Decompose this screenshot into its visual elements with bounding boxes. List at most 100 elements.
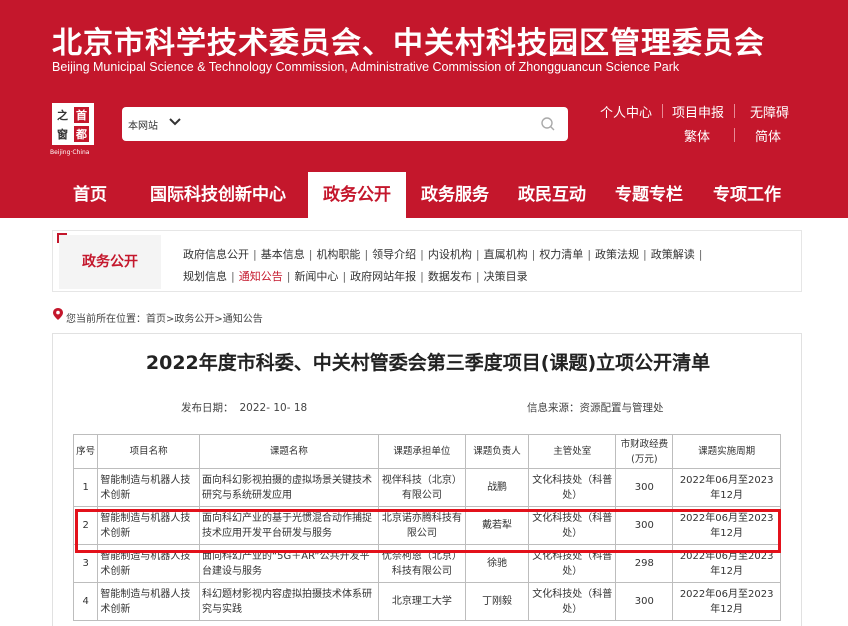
subnav-divider: | [475,270,480,283]
cell-index: 3 [72,544,99,583]
info-source-value: 资源配置与管理处 [579,402,664,414]
cell-topic: 面向科幻产业的“5G＋AR”公共开发平台建设与服务 [198,544,379,583]
breadcrumb: 您当前所在位置：首页>政务公开>通知公告 [66,314,263,325]
subnav-divider: | [253,248,257,261]
subnav-link[interactable]: 政策法规 [595,245,639,265]
search-input[interactable] [194,113,524,135]
col-header-project: 项目名称 [97,434,200,469]
publish-date-value: 2022- 10- 18 [239,402,308,414]
subnav-divider: | [364,248,369,261]
cell-department: 文化科技处（科普处） [528,468,617,507]
cell-funding: 300 [615,506,674,545]
subnav-divider: | [643,248,647,261]
subnav-panel: 政务公开 政府信息公开 | 基本信息 | 机构职能 | 领导介绍 | 内设机构 | 直属机构 | 权力清… [52,230,802,292]
subnav-link[interactable]: 政策解读 [651,245,695,265]
link-personal-center[interactable]: 个人中心 [600,102,652,121]
link-project-apply[interactable]: 项目申报 [672,102,724,121]
subnav-divider: | [342,270,347,283]
link-simplified[interactable]: 简体 [755,126,781,145]
subnav-divider: | [698,248,703,261]
subnav-link[interactable]: 规划信息 [183,267,227,287]
cell-project: 智能制造与机器人技术创新 [97,582,200,621]
subnav-divider: | [286,270,291,283]
location-pin-icon [53,308,63,320]
info-source: 信息来源：资源配置与管理处 [527,400,664,415]
cell-leader: 丁刚毅 [465,582,530,621]
table-row: 4 智能制造与机器人技术创新 科幻题材影视内容虚拟拍摄技术体系研究与实践 北京理工大学… [72,582,781,621]
subnav-link[interactable]: 内设机构 [428,245,472,265]
divider [662,104,663,118]
cell-index: 1 [72,468,99,507]
subnav-link[interactable]: 新闻中心 [294,267,338,287]
logo-char: 首 [74,107,89,123]
project-table: 序号 项目名称 课题名称 课题承担单位 课题负责人 主管处室 市财政经费(万元)… [72,434,781,621]
link-traditional[interactable]: 繁体 [684,126,710,145]
logo[interactable]: 之 首 窗 都 Beijing·China [50,103,94,156]
cell-funding: 298 [615,544,674,583]
cell-department: 文化科技处（科普处） [528,544,617,583]
subnav-link[interactable]: 机构职能 [316,245,360,265]
nav-gov-services[interactable]: 政务服务 [410,172,500,218]
cell-department: 文化科技处（科普处） [528,582,617,621]
nav-gov-affairs[interactable]: 政务公开 [308,172,406,218]
col-header-department: 主管处室 [528,434,617,469]
cell-department: 文化科技处（科普处） [528,506,617,545]
table-header-row: 序号 项目名称 课题名称 课题承担单位 课题负责人 主管处室 市财政经费(万元)… [72,434,781,469]
subnav-link[interactable]: 政府网站年报 [350,267,416,287]
chevron-down-icon[interactable] [168,115,182,129]
col-header-unit: 课题承担单位 [377,434,467,469]
site-title: 北京市科学技术委员会、中关村科技园区管理委员会 [52,26,765,61]
subnav-link[interactable]: 基本信息 [261,245,305,265]
cell-project: 智能制造与机器人技术创新 [97,468,200,507]
cell-project: 智能制造与机器人技术创新 [97,544,200,583]
subnav-link[interactable]: 直属机构 [484,245,528,265]
cell-period: 2022年06月至2023年12月 [672,582,781,621]
cell-unit: 北京诺亦腾科技有限公司 [377,506,467,545]
cell-unit: 视伴科技（北京）有限公司 [377,468,467,507]
search-bar: 本网站 [122,107,568,141]
cell-funding: 300 [615,582,674,621]
subnav-link[interactable]: 权力清单 [539,245,583,265]
cell-period: 2022年06月至2023年12月 [672,506,781,545]
divider [734,104,735,118]
nav-special-work[interactable]: 专项工作 [702,172,792,218]
subnav-link[interactable]: 数据发布 [428,267,472,287]
logo-char: 窗 [57,128,68,141]
corner-decoration [57,233,67,243]
table-row: 3 智能制造与机器人技术创新 面向科幻产业的“5G＋AR”公共开发平台建设与服务 优奈… [72,544,781,583]
nav-home[interactable]: 首页 [56,172,124,218]
search-icon[interactable] [540,116,556,132]
info-source-label: 信息来源： [527,402,580,414]
table-row: 2 智能制造与机器人技术创新 面向科幻产业的基于光惯混合动作捕捉技术应用开发平台研发… [72,506,781,545]
cell-period: 2022年06月至2023年12月 [672,468,781,507]
link-accessibility[interactable]: 无障碍 [750,102,789,121]
table-row: 1 智能制造与机器人技术创新 面向科幻影视拍摄的虚拟场景关键技术研究与系统研发应用视… [72,468,781,507]
cell-leader: 战鹏 [465,468,530,507]
top-links: 个人中心 项目申报 无障碍 繁体 简体 [590,102,848,145]
subnav-link[interactable]: 通知公告 [239,267,283,287]
col-header-topic: 课题名称 [198,434,379,469]
subnav-link[interactable]: 决策目录 [484,267,528,287]
nav-interaction[interactable]: 政民互动 [508,172,596,218]
nav-topics[interactable]: 专题专栏 [604,172,694,218]
search-scope-select[interactable]: 本网站 [128,117,158,132]
subnav-divider: | [587,248,592,261]
cell-leader: 戴若犁 [465,506,530,545]
logo-subtext: Beijing·China [50,149,90,156]
cell-leader: 徐驰 [465,544,530,583]
cell-period: 2022年06月至2023年12月 [672,544,781,583]
cell-unit: 优奈柯恩（北京）科技有限公司 [377,544,467,583]
cell-project: 智能制造与机器人技术创新 [97,506,200,545]
subnav-link[interactable]: 领导介绍 [372,245,416,265]
subnav-divider: | [475,248,480,261]
cell-index: 2 [72,506,99,545]
subnav-links: 政府信息公开 | 基本信息 | 机构职能 | 领导介绍 | 内设机构 | 直属机构 | 权力清单 | 政策法… [183,243,793,287]
main-nav: 首页 国际科技创新中心 政务公开 政务服务 政民互动 专题专栏 专项工作 [0,172,848,218]
subnav-link[interactable]: 政府信息公开 [183,245,249,265]
logo-char: 之 [57,109,68,122]
subnav-divider: | [231,270,235,283]
subnav-divider: | [420,270,424,283]
cell-topic: 科幻题材影视内容虚拟拍摄技术体系研究与实践 [198,582,379,621]
site-title-en: Beijing Municipal Science & Technology C… [52,60,680,74]
nav-innovation-center[interactable]: 国际科技创新中心 [136,172,300,218]
